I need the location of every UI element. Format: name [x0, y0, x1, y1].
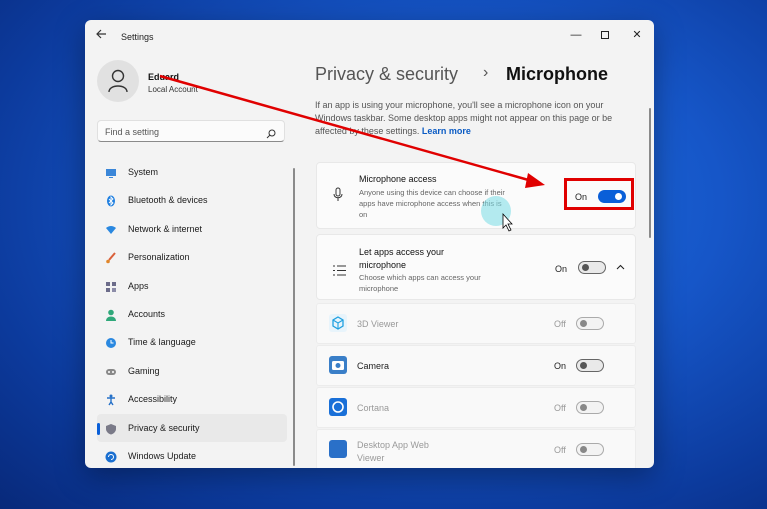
annotation-highlight-box — [564, 178, 634, 210]
mouse-cursor-icon — [502, 212, 513, 232]
annotation-arrow — [159, 74, 545, 232]
